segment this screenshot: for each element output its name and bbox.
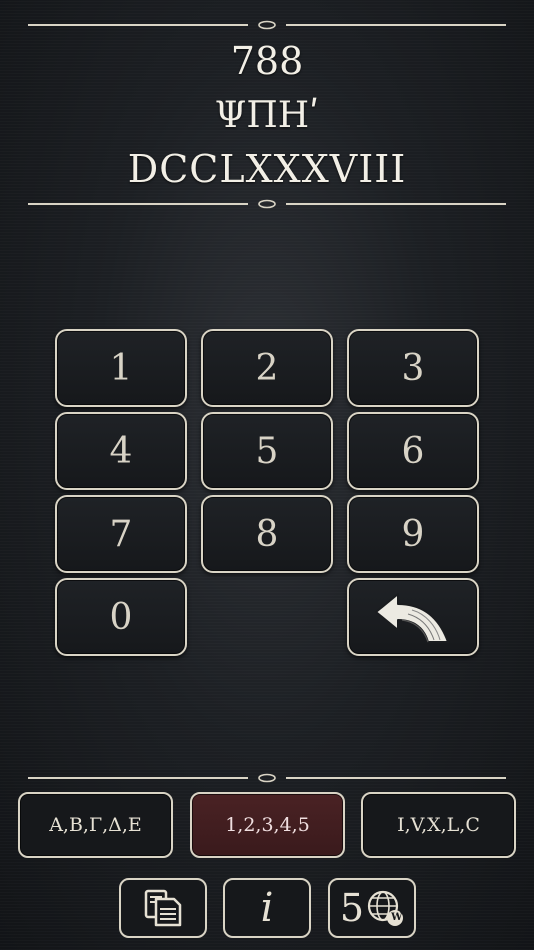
key-5[interactable]: 5	[201, 412, 333, 490]
arabic-numeral-display: 788	[230, 39, 304, 83]
info-button[interactable]: i	[223, 878, 311, 938]
info-icon: i	[260, 885, 274, 931]
key-4[interactable]: 4	[55, 412, 187, 490]
web-link-button[interactable]: 5 W	[328, 878, 416, 938]
display-divider	[28, 199, 506, 209]
web-number: 5	[339, 886, 365, 930]
copy-icon	[144, 889, 182, 927]
copy-button[interactable]	[119, 878, 207, 938]
roman-mode-button[interactable]: I,V,X,L,C	[361, 792, 516, 858]
key-9[interactable]: 9	[347, 495, 479, 573]
back-arrow-icon	[375, 593, 449, 643]
greek-mode-button[interactable]: Α,Β,Γ,Δ,Ε	[18, 792, 173, 858]
key-0[interactable]: 0	[55, 578, 187, 656]
key-2[interactable]: 2	[201, 329, 333, 407]
greek-numeral-display: ΨΠΗʹ	[214, 95, 320, 136]
roman-numeral-display: DCCLXXXVIII	[127, 147, 407, 191]
key-6[interactable]: 6	[347, 412, 479, 490]
key-8[interactable]: 8	[201, 495, 333, 573]
arabic-mode-label: 1,2,3,4,5	[225, 814, 310, 836]
key-1[interactable]: 1	[55, 329, 187, 407]
web-badge: W	[391, 912, 403, 923]
mode-divider	[28, 773, 506, 783]
key-3[interactable]: 3	[347, 329, 479, 407]
backspace-button[interactable]	[347, 578, 479, 656]
roman-mode-label: I,V,X,L,C	[397, 814, 480, 836]
globe-icon: W	[366, 889, 404, 927]
greek-mode-label: Α,Β,Γ,Δ,Ε	[49, 814, 142, 836]
top-divider	[28, 20, 506, 30]
key-7[interactable]: 7	[55, 495, 187, 573]
arabic-mode-button[interactable]: 1,2,3,4,5	[190, 792, 345, 858]
